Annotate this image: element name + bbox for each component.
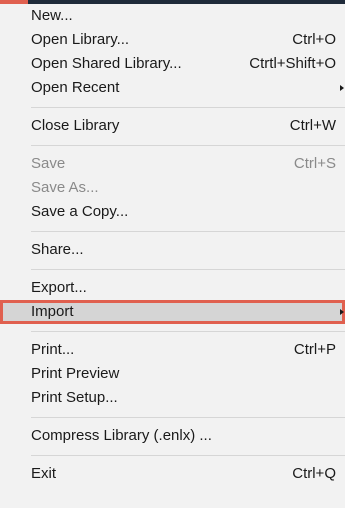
menu-item-print[interactable]: Print... Ctrl+P [0, 338, 345, 362]
menu-item-shortcut: Ctrl+Q [292, 465, 336, 482]
submenu-arrow-icon [340, 85, 344, 91]
menu-item-label: Print Preview [31, 365, 120, 382]
menu-item-shortcut: Ctrl+W [289, 117, 336, 134]
menu-item-open-recent[interactable]: Open Recent [0, 76, 345, 100]
menu-item-label: Print Setup... [31, 389, 118, 406]
menu-item-label: Export... [31, 279, 87, 296]
menu-item-label: New... [31, 7, 73, 24]
menu-item-close-library[interactable]: Close Library Ctrl+W [0, 114, 345, 138]
menu-item-save: Save Ctrl+S [0, 152, 345, 176]
menu-item-new[interactable]: New... [0, 4, 345, 28]
submenu-arrow-icon [340, 309, 344, 315]
menu-item-label: Open Shared Library... [31, 55, 182, 72]
menu-item-label: Open Library... [31, 31, 130, 48]
menu-item-open-shared-library[interactable]: Open Shared Library... Ctrtl+Shift+O [0, 52, 345, 76]
menu-item-import[interactable]: Import [0, 300, 345, 324]
menu-item-open-library[interactable]: Open Library... Ctrl+O [0, 28, 345, 52]
menu-separator [31, 145, 345, 146]
menu-item-label: Compress Library (.enlx) ... [31, 427, 212, 444]
menu-item-shortcut: Ctrtl+Shift+O [249, 55, 336, 72]
menu-item-share[interactable]: Share... [0, 238, 345, 262]
menu-separator [31, 269, 345, 270]
menu-separator [31, 417, 345, 418]
menu-item-label: Print... [31, 341, 75, 358]
menu-separator [31, 231, 345, 232]
menu-item-save-a-copy[interactable]: Save a Copy... [0, 200, 345, 224]
menu-item-print-setup[interactable]: Print Setup... [0, 386, 345, 410]
menu-item-label: Save a Copy... [31, 203, 129, 220]
menu-item-print-preview[interactable]: Print Preview [0, 362, 345, 386]
menu-item-label: Save As... [31, 179, 99, 196]
menu-item-label: Open Recent [31, 79, 120, 96]
file-menu-dropdown: New... Open Library... Ctrl+O Open Share… [0, 4, 345, 486]
menu-item-label: Import [31, 303, 74, 320]
menu-item-shortcut: Ctrl+P [293, 341, 336, 358]
menu-item-label: Save [31, 155, 66, 172]
menu-item-label: Close Library [31, 117, 120, 134]
menu-separator [31, 455, 345, 456]
menu-item-exit[interactable]: Exit Ctrl+Q [0, 462, 345, 486]
menu-item-export[interactable]: Export... [0, 276, 345, 300]
menu-item-shortcut: Ctrl+O [292, 31, 336, 48]
menu-item-label: Share... [31, 241, 84, 258]
menu-item-save-as: Save As... [0, 176, 345, 200]
menu-item-label: Exit [31, 465, 57, 482]
menu-separator [31, 107, 345, 108]
menu-separator [31, 331, 345, 332]
menu-item-shortcut: Ctrl+S [293, 155, 336, 172]
menu-item-compress-library[interactable]: Compress Library (.enlx) ... [0, 424, 345, 448]
